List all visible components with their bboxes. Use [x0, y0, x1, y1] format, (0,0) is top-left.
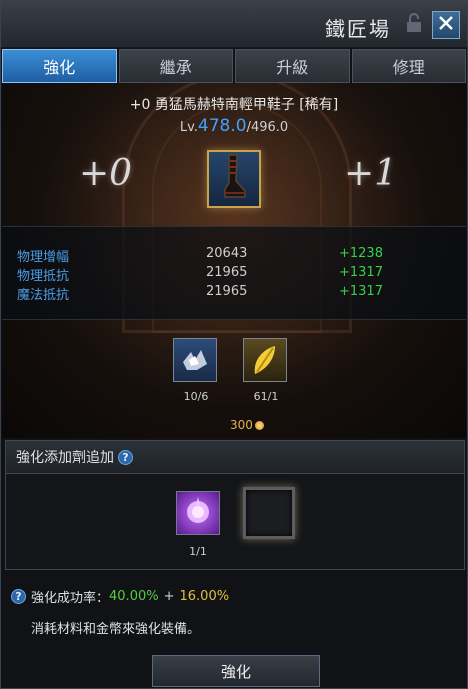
material-slot-2[interactable]: 61/1 — [243, 338, 289, 403]
stat-value: 21965 — [206, 265, 248, 280]
blacksmith-window: 鐵匠場 強化 繼承 升級 修理 +0 勇猛馬赫特南輕甲鞋子 [稀有] Lv.47… — [0, 0, 468, 689]
lock-icon — [405, 13, 423, 37]
title-bar[interactable]: 鐵匠場 — [1, 1, 467, 48]
stat-delta: +1238 — [339, 246, 383, 261]
additive-panel: 強化添加劑追加 ? 1/1 — [5, 440, 465, 570]
lock-button[interactable] — [400, 11, 428, 39]
description-text: 消耗材料和金幣來強化裝備。 — [31, 622, 201, 637]
additive-slot[interactable] — [176, 491, 220, 535]
current-enhance-level: +0 — [79, 153, 133, 194]
help-icon[interactable]: ? — [118, 449, 133, 465]
material-count: 61/1 — [253, 390, 279, 403]
level-prefix: Lv. — [179, 120, 198, 135]
next-enhance-level: +1 — [344, 153, 398, 194]
boot-icon — [219, 153, 249, 205]
gold-amount: 300 — [230, 418, 253, 432]
stat-label: 物理抵抗 — [17, 269, 70, 284]
level-current: 478.0 — [197, 116, 247, 136]
stat-row-physical-resist: 物理抵抗 21965 +1317 — [2, 265, 466, 284]
level-max: /496.0 — [246, 120, 289, 135]
tab-repair[interactable]: 修理 — [351, 49, 466, 83]
golden-feather-icon — [243, 338, 287, 382]
tab-enhance[interactable]: 強化 — [2, 49, 117, 83]
additive-header: 強化添加劑追加 ? — [6, 441, 464, 474]
success-rate-bonus: 16.00% — [179, 589, 230, 604]
stat-label: 魔法抵抗 — [17, 288, 70, 303]
gold-coin-icon — [254, 421, 264, 430]
success-rate-line: ? 強化成功率： 40.00% + 16.00% — [11, 587, 229, 606]
stat-value: 21965 — [206, 284, 248, 299]
help-icon[interactable]: ? — [11, 589, 26, 604]
window-title: 鐵匠場 — [325, 17, 391, 41]
enhance-stage: +0 勇猛馬赫特南輕甲鞋子 [稀有] Lv.478.0/496.0 +0 +1 … — [2, 83, 466, 438]
gold-cost: 300 — [230, 418, 264, 432]
success-rate-base: 40.00% — [109, 589, 159, 604]
additive-title: 強化添加劑追加 — [16, 450, 114, 466]
stat-delta: +1317 — [339, 284, 383, 299]
stat-row-physical-amp: 物理增幅 20643 +1238 — [2, 246, 466, 265]
item-level: Lv.478.0/496.0 — [2, 116, 466, 136]
material-slot-1[interactable]: 10/6 — [173, 338, 219, 403]
equipment-slot[interactable] — [207, 150, 261, 208]
enhance-button[interactable]: 強化 — [152, 655, 320, 687]
stat-label: 物理增幅 — [17, 250, 70, 265]
stats-panel: 物理增幅 20643 +1238 物理抵抗 21965 +1317 魔法抵抗 2… — [2, 226, 466, 320]
stat-value: 20643 — [206, 246, 248, 261]
additive-count: 1/1 — [189, 545, 207, 558]
tab-bar: 強化 繼承 升級 修理 — [2, 49, 466, 83]
close-icon — [438, 15, 454, 35]
rate-plus-sign: + — [163, 589, 175, 604]
purple-orb-icon — [180, 493, 216, 533]
empty-additive-slot[interactable] — [243, 487, 295, 539]
close-button[interactable] — [432, 11, 460, 39]
stat-row-magic-resist: 魔法抵抗 21965 +1317 — [2, 284, 466, 303]
material-count: 10/6 — [183, 390, 209, 403]
tab-inherit[interactable]: 繼承 — [118, 49, 233, 83]
success-rate-label: 強化成功率： — [31, 591, 110, 606]
success-info: ? 強化成功率： 40.00% + 16.00% 消耗材料和金幣來強化裝備。 — [11, 587, 229, 637]
item-name: +0 勇猛馬赫特南輕甲鞋子 [稀有] — [129, 97, 339, 113]
tab-upgrade[interactable]: 升級 — [235, 49, 350, 83]
stat-delta: +1317 — [339, 265, 383, 280]
crystal-shards-icon — [173, 338, 217, 382]
